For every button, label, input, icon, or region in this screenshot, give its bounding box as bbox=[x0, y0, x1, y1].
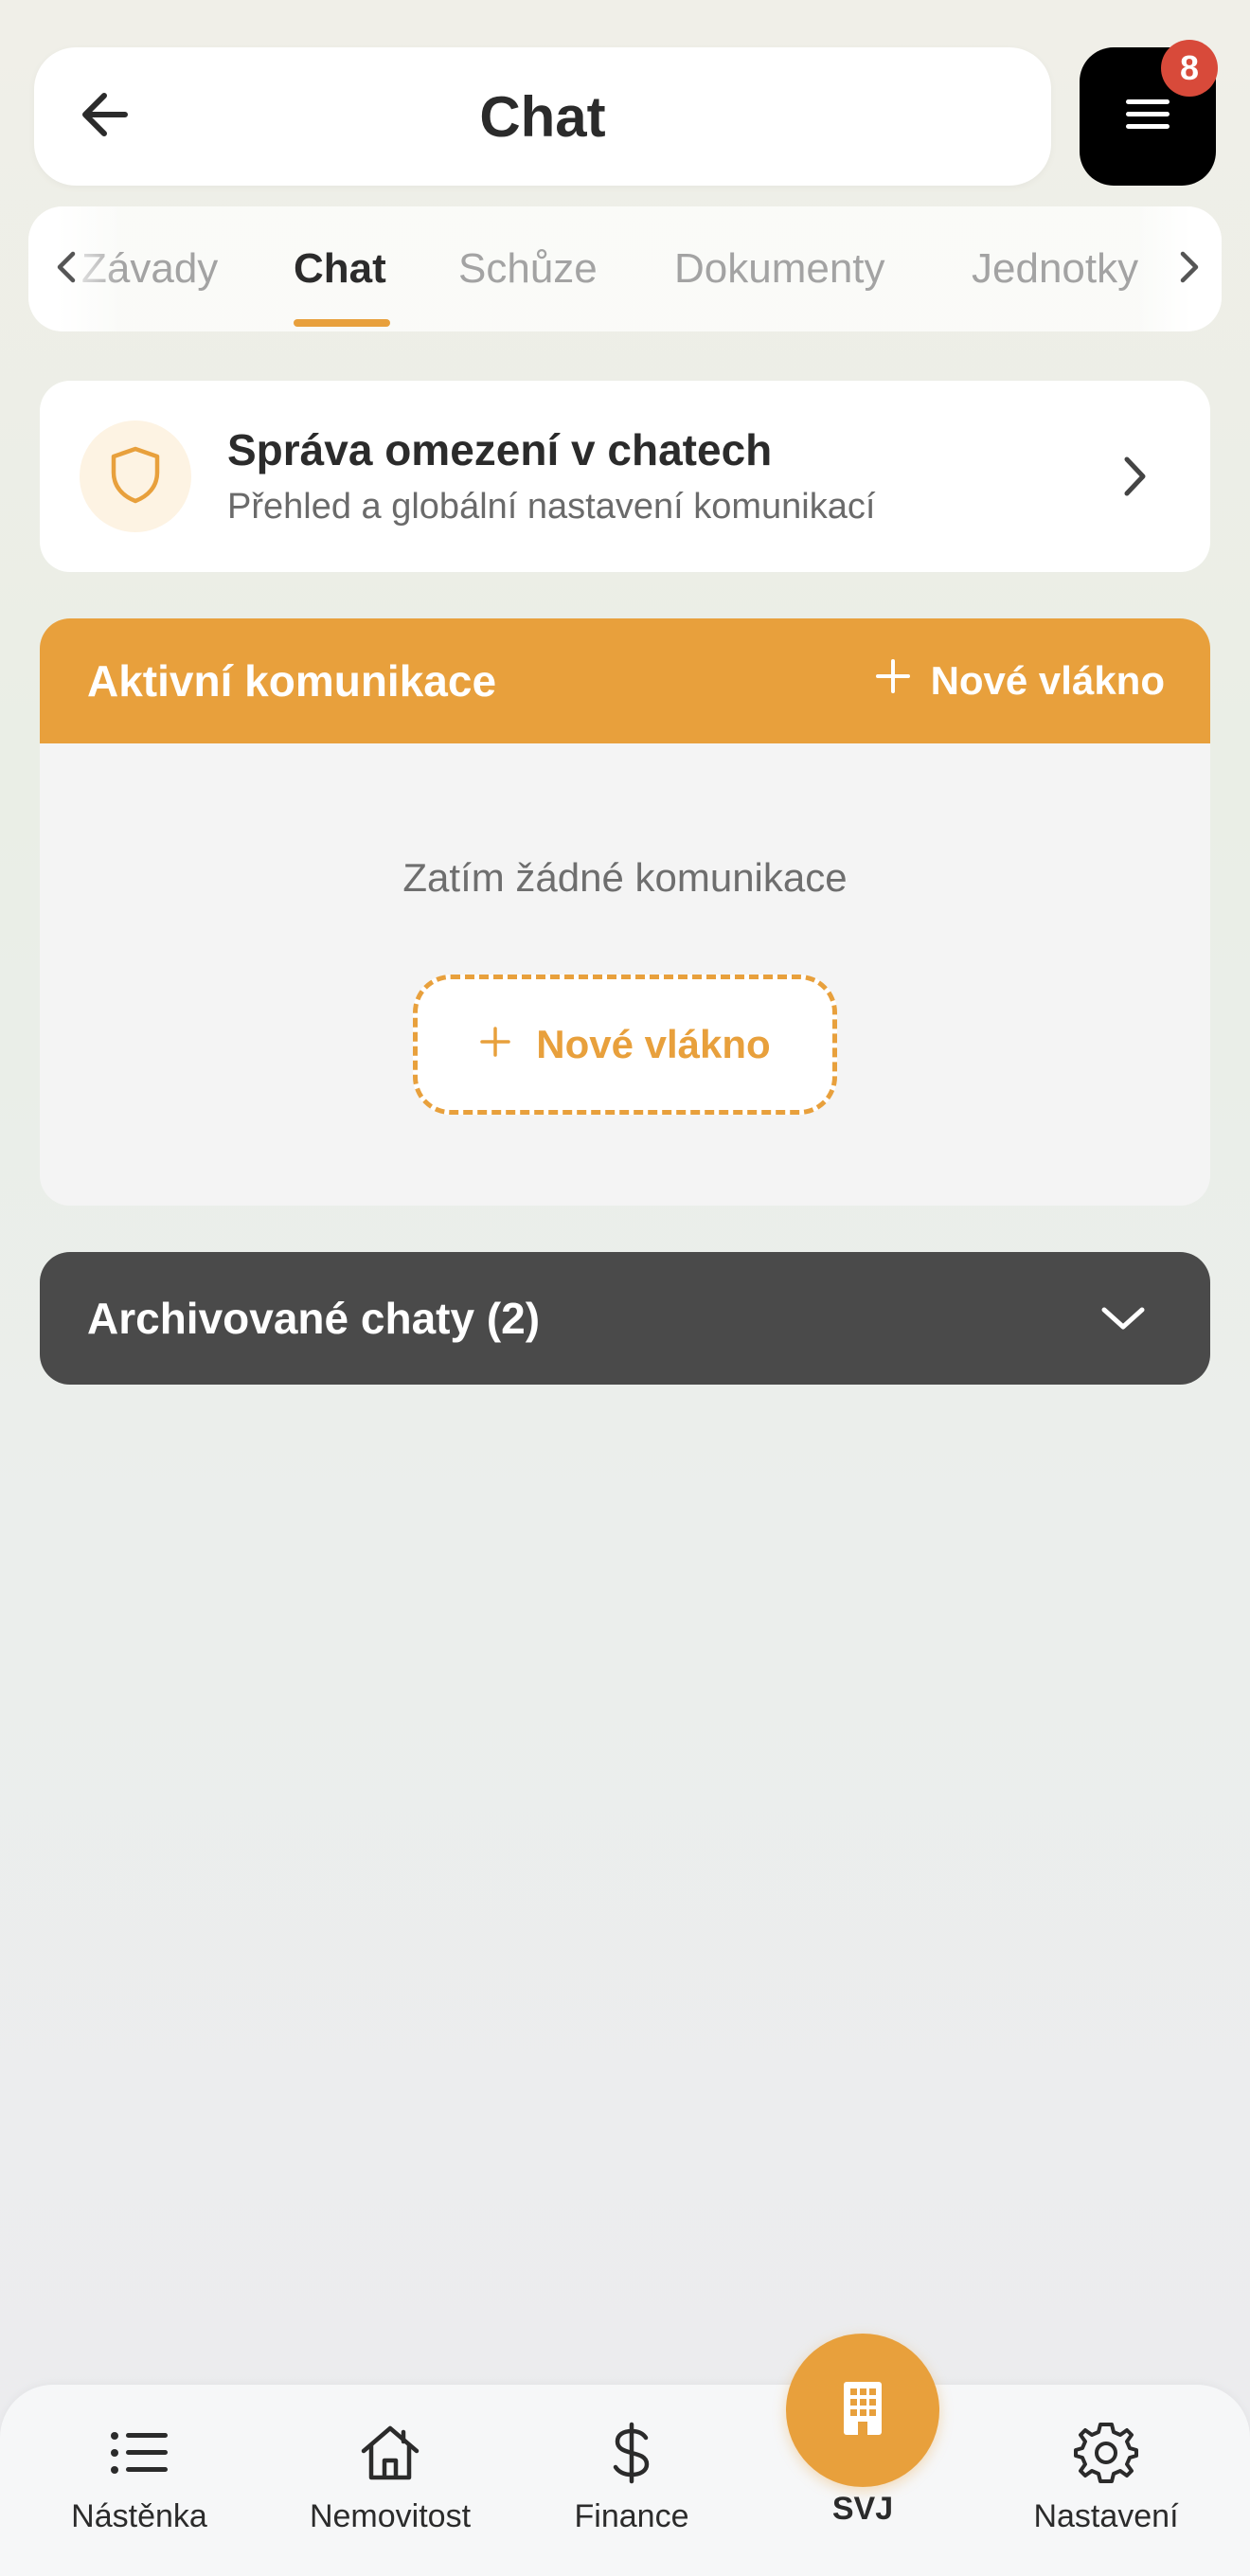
active-communications-section: Aktivní komunikace Nové vlákno Zatím žád… bbox=[40, 618, 1210, 1206]
header-bar: Chat bbox=[34, 47, 1051, 186]
chevron-down-icon bbox=[1095, 1290, 1152, 1347]
empty-state-text: Zatím žádné komunikace bbox=[402, 855, 848, 900]
nav-label-svj: SVJ bbox=[831, 2491, 894, 2527]
nav-label-nemovitost: Nemovitost bbox=[309, 2498, 472, 2534]
notification-badge: 8 bbox=[1161, 40, 1218, 97]
restrictions-title: Správa omezení v chatech bbox=[227, 425, 773, 474]
bottom-navigation: Nástěnka Nemovitost Finance Nastavení bbox=[0, 2385, 1250, 2576]
list-icon bbox=[101, 2415, 177, 2491]
plus-icon bbox=[874, 657, 912, 705]
new-thread-header-label: Nové vlákno bbox=[930, 658, 1165, 703]
nav-item-svj[interactable] bbox=[786, 2334, 939, 2487]
hamburger-menu-icon bbox=[1124, 96, 1171, 138]
nav-label-finance: Finance bbox=[574, 2498, 689, 2534]
tabs-bar: Závady Chat Schůze Dokumenty Jednotky bbox=[28, 206, 1222, 331]
building-icon bbox=[840, 2380, 885, 2442]
nav-item-nastenka[interactable]: Nástěnka bbox=[26, 2385, 253, 2576]
gear-icon bbox=[1068, 2415, 1144, 2491]
archived-chats-toggle[interactable]: Archivované chaty (2) bbox=[40, 1252, 1210, 1385]
tab-chat[interactable]: Chat bbox=[294, 206, 386, 331]
tab-jednotky[interactable]: Jednotky bbox=[972, 206, 1138, 331]
dollar-icon bbox=[594, 2415, 670, 2491]
tabs-scroll-left-button[interactable] bbox=[38, 241, 95, 297]
tab-dokumenty[interactable]: Dokumenty bbox=[674, 206, 885, 331]
new-thread-button[interactable]: Nové vlákno bbox=[413, 975, 837, 1115]
shield-icon bbox=[107, 444, 164, 510]
active-communications-header: Aktivní komunikace Nové vlákno bbox=[40, 618, 1210, 743]
nav-item-nastaveni[interactable]: Nastavení bbox=[992, 2385, 1220, 2576]
new-thread-header-button[interactable]: Nové vlákno bbox=[874, 643, 1165, 719]
chat-restrictions-card[interactable]: Správa omezení v chatech Přehled a globá… bbox=[40, 381, 1210, 572]
nav-item-nemovitost[interactable]: Nemovitost bbox=[277, 2385, 504, 2576]
nav-label-nastenka: Nástěnka bbox=[71, 2498, 207, 2534]
tabs-scroll-right-button[interactable] bbox=[1161, 241, 1218, 297]
house-icon bbox=[352, 2415, 428, 2491]
active-tab-indicator bbox=[294, 319, 390, 327]
chevron-left-icon bbox=[52, 248, 80, 291]
restrictions-subtitle: Přehled a globální nastavení komunikací bbox=[227, 487, 876, 527]
active-communications-title: Aktivní komunikace bbox=[87, 656, 497, 706]
plus-icon bbox=[479, 1022, 511, 1067]
chevron-right-icon bbox=[1175, 248, 1204, 291]
chevron-right-icon bbox=[1106, 448, 1163, 505]
arrow-left-icon bbox=[76, 84, 136, 150]
archived-chats-label: Archivované chaty (2) bbox=[87, 1294, 541, 1343]
page-title: Chat bbox=[479, 84, 606, 149]
shield-icon-badge bbox=[80, 420, 191, 532]
new-thread-label: Nové vlákno bbox=[536, 1022, 771, 1066]
nav-label-nastaveni: Nastavení bbox=[1033, 2498, 1179, 2534]
back-button[interactable] bbox=[68, 79, 144, 154]
tab-schuze[interactable]: Schůze bbox=[458, 206, 598, 331]
nav-item-finance[interactable]: Finance bbox=[518, 2385, 745, 2576]
